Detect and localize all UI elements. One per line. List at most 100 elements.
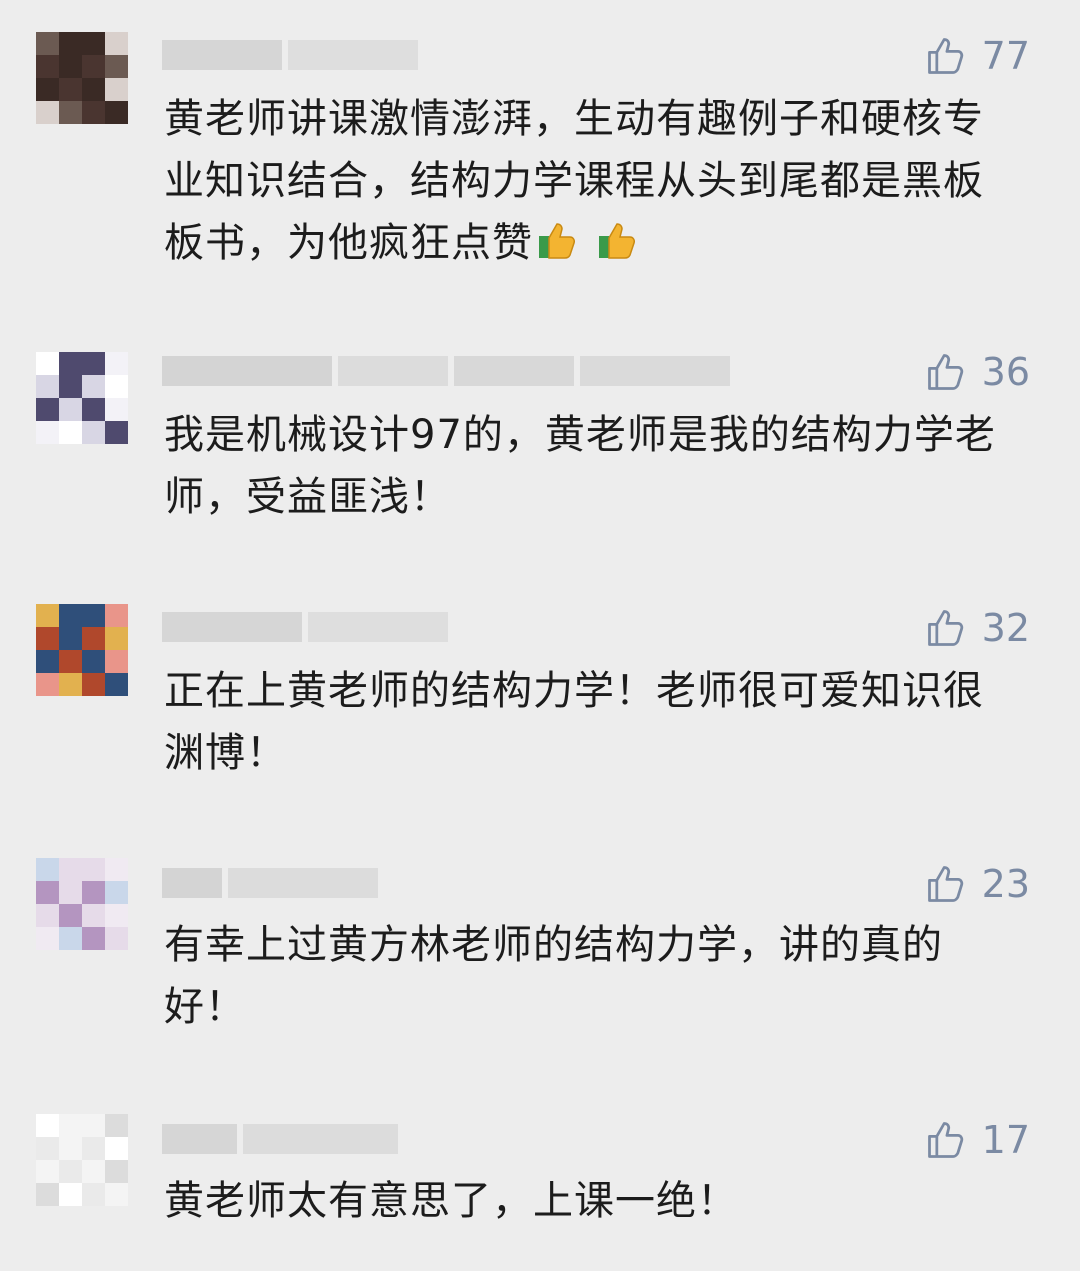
like-button[interactable]: 23 [924, 862, 1030, 906]
like-button[interactable]: 77 [924, 34, 1030, 78]
avatar[interactable] [36, 1114, 128, 1206]
avatar-mosaic-cell [105, 1160, 128, 1183]
avatar-mosaic-cell [82, 101, 105, 124]
avatar-mosaic-cell [105, 1183, 128, 1206]
avatar-mosaic-cell [36, 881, 59, 904]
avatar-mosaic-cell [82, 78, 105, 101]
avatar-mosaic-cell [36, 627, 59, 650]
like-count: 17 [981, 1118, 1030, 1162]
avatar-mosaic-cell [105, 1137, 128, 1160]
avatar[interactable] [36, 858, 128, 950]
avatar-mosaic-cell [36, 1183, 59, 1206]
avatar-mosaic-cell [105, 650, 128, 673]
avatar-mosaic-cell [36, 858, 59, 881]
avatar-mosaic-cell [105, 881, 128, 904]
avatar-mosaic-cell [105, 32, 128, 55]
avatar-mosaic-cell [105, 352, 128, 375]
avatar-mosaic-cell [82, 1160, 105, 1183]
avatar-mosaic-cell [59, 421, 82, 444]
avatar-mosaic-cell [59, 1183, 82, 1206]
avatar-mosaic-cell [36, 927, 59, 950]
avatar-mosaic-cell [82, 673, 105, 696]
like-button[interactable]: 17 [924, 1118, 1030, 1162]
avatar-mosaic-cell [105, 101, 128, 124]
avatar-mosaic-cell [59, 858, 82, 881]
avatar-mosaic-cell [59, 1114, 82, 1137]
like-count: 77 [981, 34, 1030, 78]
avatar[interactable] [36, 604, 128, 696]
avatar-mosaic-cell [59, 927, 82, 950]
avatar-mosaic-cell [59, 55, 82, 78]
avatar[interactable] [36, 352, 128, 444]
avatar-mosaic-cell [105, 398, 128, 421]
avatar-mosaic-cell [82, 881, 105, 904]
avatar-mosaic-cell [36, 673, 59, 696]
avatar-mosaic-cell [36, 421, 59, 444]
avatar-mosaic-cell [105, 78, 128, 101]
avatar-mosaic-cell [36, 375, 59, 398]
avatar-mosaic-cell [82, 398, 105, 421]
avatar-mosaic-cell [82, 627, 105, 650]
avatar-mosaic-cell [82, 1114, 105, 1137]
avatar-mosaic-cell [59, 904, 82, 927]
username-blurred[interactable] [162, 864, 378, 902]
avatar-mosaic-cell [36, 1160, 59, 1183]
thumbs-up-outline-icon [924, 1118, 968, 1162]
avatar-mosaic-cell [59, 881, 82, 904]
username-blurred[interactable] [162, 36, 418, 74]
avatar-mosaic-cell [105, 1114, 128, 1137]
avatar-mosaic-cell [105, 604, 128, 627]
comment-feed: { "comments": [ { "likes": "77", "text":… [0, 0, 1080, 1271]
avatar-mosaic-cell [105, 858, 128, 881]
avatar-mosaic-cell [36, 101, 59, 124]
avatar-mosaic-cell [59, 32, 82, 55]
username-blurred[interactable] [162, 1120, 398, 1158]
thumbs-up-outline-icon [924, 606, 968, 650]
username-blurred[interactable] [162, 352, 730, 390]
avatar-mosaic-cell [82, 604, 105, 627]
avatar-mosaic-cell [36, 1137, 59, 1160]
avatar-mosaic-cell [105, 627, 128, 650]
like-count: 36 [981, 350, 1030, 394]
avatar-mosaic-cell [82, 927, 105, 950]
avatar-mosaic-cell [59, 375, 82, 398]
avatar-mosaic-cell [82, 421, 105, 444]
comment-text: 黄老师讲课激情澎湃，生动有趣例子和硬核专业知识结合，结构力学课程从头到尾都是黑板… [164, 88, 1024, 280]
comment-text: 黄老师太有意思了，上课一绝！ [164, 1178, 738, 1224]
avatar-mosaic-cell [59, 604, 82, 627]
avatar-mosaic-cell [82, 650, 105, 673]
avatar-mosaic-cell [82, 352, 105, 375]
comment-text: 有幸上过黄方林老师的结构力学，讲的真的好！ [164, 922, 943, 1030]
avatar-mosaic-cell [59, 650, 82, 673]
avatar-mosaic-cell [36, 1114, 59, 1137]
avatar-mosaic-cell [82, 32, 105, 55]
like-button[interactable]: 36 [924, 350, 1030, 394]
avatar-mosaic-cell [105, 904, 128, 927]
thumbs-up-outline-icon [924, 34, 968, 78]
like-count: 23 [981, 862, 1030, 906]
thumbs-up-icon [597, 218, 653, 280]
avatar-mosaic-cell [82, 1137, 105, 1160]
username-blurred[interactable] [162, 608, 448, 646]
avatar-mosaic-cell [59, 673, 82, 696]
thumbs-up-outline-icon [924, 862, 968, 906]
avatar-mosaic-cell [59, 352, 82, 375]
avatar-mosaic-cell [36, 32, 59, 55]
thumbs-up-outline-icon [924, 350, 968, 394]
like-button[interactable]: 32 [924, 606, 1030, 650]
avatar-mosaic-cell [36, 650, 59, 673]
avatar[interactable] [36, 32, 128, 124]
avatar-mosaic-cell [36, 398, 59, 421]
avatar-mosaic-cell [59, 398, 82, 421]
avatar-mosaic-cell [105, 55, 128, 78]
thumbs-up-icon [537, 218, 593, 280]
avatar-mosaic-cell [59, 101, 82, 124]
avatar-mosaic-cell [36, 55, 59, 78]
like-count: 32 [981, 606, 1030, 650]
avatar-mosaic-cell [59, 1160, 82, 1183]
avatar-mosaic-cell [105, 673, 128, 696]
avatar-mosaic-cell [105, 375, 128, 398]
avatar-mosaic-cell [59, 78, 82, 101]
avatar-mosaic-cell [82, 858, 105, 881]
avatar-mosaic-cell [59, 1137, 82, 1160]
